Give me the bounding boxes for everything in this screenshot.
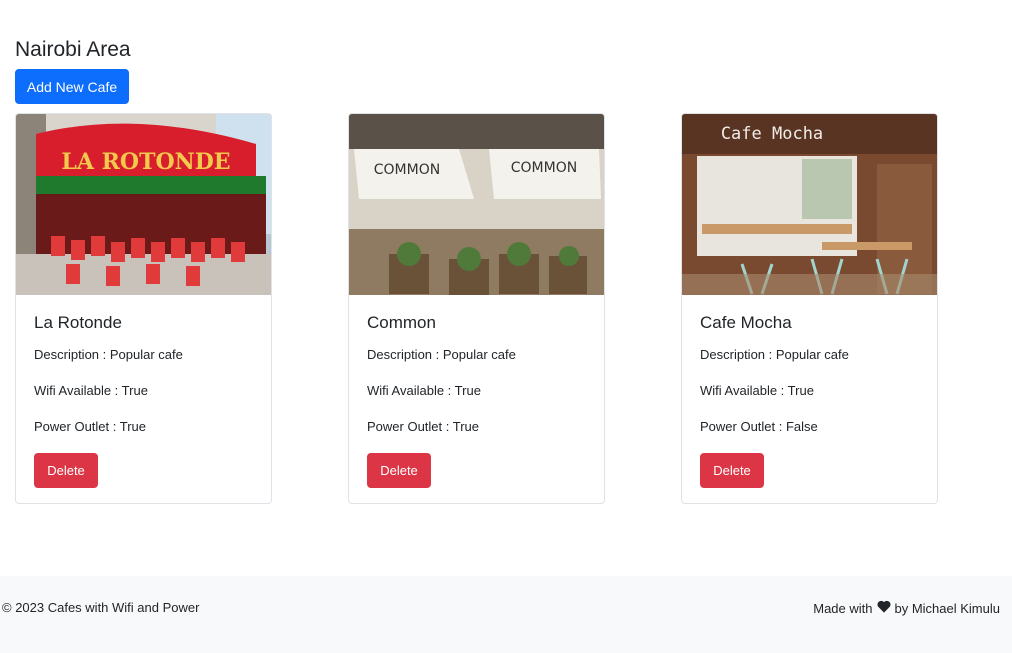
cafe-card: COMMON COMMON Common Description : Popul… <box>348 113 605 504</box>
cafe-image: COMMON COMMON <box>349 114 604 295</box>
svg-text:COMMON: COMMON <box>511 160 577 176</box>
footer-credit: Made with by Michael Kimulu <box>813 600 1000 616</box>
heart-icon <box>876 600 891 616</box>
cafe-sign-text: LA ROTONDE <box>61 149 230 175</box>
footer-copyright: © 2023 Cafes with Wifi and Power <box>2 600 200 615</box>
cafe-description: Description : Popular cafe <box>34 347 183 362</box>
cafe-image: LA ROTONDE <box>16 114 271 295</box>
footer: © 2023 Cafes with Wifi and Power Made wi… <box>0 576 1012 653</box>
cafe-power-status: Power Outlet : False <box>700 419 818 434</box>
cafe-sign-text: Cafe Mocha <box>721 124 823 144</box>
author-text: by Michael Kimulu <box>894 600 1001 616</box>
cafe-card: LA ROTONDE La Rotonde Description : Popu… <box>15 113 272 504</box>
delete-button[interactable]: Delete <box>34 453 98 488</box>
cafe-name: La Rotonde <box>34 313 122 332</box>
cafe-description: Description : Popular cafe <box>367 347 516 362</box>
cafe-card: Cafe Mocha Cafe Mocha Description : Popu… <box>681 113 938 504</box>
cafe-description: Description : Popular cafe <box>700 347 849 362</box>
cafe-wifi-status: Wifi Available : True <box>34 383 148 398</box>
page-title: Nairobi Area <box>15 38 131 61</box>
cafe-power-status: Power Outlet : True <box>367 419 479 434</box>
delete-button[interactable]: Delete <box>367 453 431 488</box>
made-with-text: Made with <box>813 600 873 616</box>
cafe-wifi-status: Wifi Available : True <box>367 383 481 398</box>
cafe-image: Cafe Mocha <box>682 114 937 295</box>
cafe-name: Common <box>367 313 436 332</box>
add-new-cafe-button[interactable]: Add New Cafe <box>15 69 129 104</box>
cafe-sign-text: COMMON <box>374 162 440 178</box>
delete-button[interactable]: Delete <box>700 453 764 488</box>
cafe-wifi-status: Wifi Available : True <box>700 383 814 398</box>
cafe-power-status: Power Outlet : True <box>34 419 146 434</box>
cafe-name: Cafe Mocha <box>700 313 792 332</box>
